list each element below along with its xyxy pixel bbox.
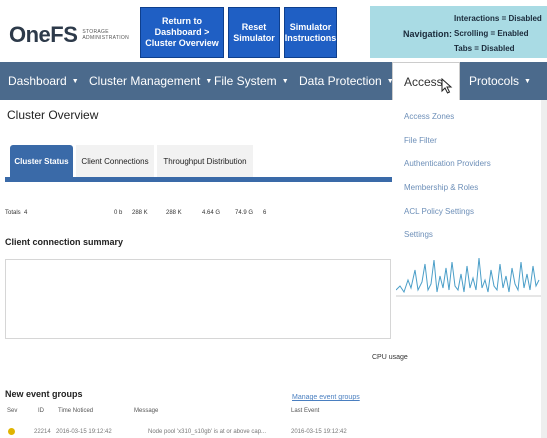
interactions-status: Interactions = Disabled (454, 14, 542, 23)
tab-throughput-distribution[interactable]: Throughput Distribution (157, 145, 253, 177)
caret-down-icon: ▼ (281, 77, 289, 85)
return-to-dashboard-button[interactable]: Return to Dashboard > Cluster Overview (140, 7, 224, 58)
caret-down-icon: ▼ (524, 77, 531, 85)
totals-value: 288 K (166, 210, 182, 216)
tab-client-connections[interactable]: Client Connections (76, 145, 154, 177)
dropdown-item-settings[interactable]: Settings (404, 230, 433, 239)
menu-dashboard[interactable]: Dashboard ▼ (8, 62, 79, 100)
menu-data-protection-label: Data Protection (299, 74, 382, 88)
event-id: 22214 (34, 429, 51, 435)
event-message[interactable]: Node pool 'x310_s10gb' is at or above ca… (148, 429, 266, 435)
totals-label-text: Totals (5, 210, 21, 216)
menu-file-system-label: File System (214, 74, 277, 88)
column-header-message[interactable]: Message (134, 408, 158, 414)
dropdown-item-file-filter[interactable]: File Filter (404, 136, 437, 145)
column-header-last-event[interactable]: Last Event (291, 408, 319, 414)
totals-value: 288 K (132, 210, 148, 216)
totals-label: Totals 4 (5, 210, 27, 216)
totals-value: 4.64 G (202, 210, 221, 216)
main-menu-bar: Dashboard ▼ Cluster Management ▼ File Syst… (0, 62, 547, 100)
column-header-sev[interactable]: Sev (7, 408, 17, 414)
totals-value: 74.9 G (235, 210, 254, 216)
navigation-status-panel: Navigation: Interactions = Disabled Scro… (370, 6, 547, 58)
scrolling-status: Scrolling = Enabled (454, 29, 529, 38)
totals-value: 0 b (114, 210, 123, 216)
access-dropdown-menu (393, 100, 547, 248)
logo-subtitle: STORAGE ADMINISTRATION (82, 29, 130, 41)
mouse-cursor-icon (441, 78, 453, 94)
caret-down-icon: ▼ (71, 77, 79, 85)
manage-event-groups-link[interactable]: Manage event groups (292, 394, 360, 401)
menu-protocols[interactable]: Protocols ▼ (469, 62, 531, 100)
navigation-label: Navigation: (403, 29, 453, 39)
caret-down-icon: ▼ (205, 77, 213, 85)
cpu-usage-label: CPU usage (372, 354, 408, 361)
tab-underline (5, 177, 392, 182)
new-event-groups-title: New event groups (5, 389, 83, 399)
cpu-usage-chart (396, 257, 541, 297)
menu-file-system[interactable]: File System ▼ (214, 62, 289, 100)
dropdown-item-acl-policy-settings[interactable]: ACL Policy Settings (404, 207, 474, 216)
event-last: 2016-03-15 19:12:42 (291, 429, 347, 435)
menu-protocols-label: Protocols (469, 74, 520, 88)
menu-data-protection[interactable]: Data Protection ▼ (299, 62, 394, 100)
menu-cluster-management[interactable]: Cluster Management ▼ (89, 62, 212, 100)
logo-wordmark: OneFS (9, 22, 78, 47)
dropdown-item-authentication-providers[interactable]: Authentication Providers (404, 159, 491, 168)
page-scrollbar[interactable] (541, 100, 547, 438)
column-header-time-noticed[interactable]: Time Noticed (58, 408, 93, 414)
client-connection-chart (5, 259, 391, 339)
menu-cluster-label: Cluster Management (89, 74, 201, 88)
totals-value: 6 (263, 210, 267, 216)
page-title: Cluster Overview (7, 108, 99, 122)
menu-dashboard-label: Dashboard (8, 74, 67, 88)
onefs-logo: OneFS STORAGE ADMINISTRATION (9, 22, 134, 48)
menu-access-label: Access (404, 74, 443, 89)
dropdown-item-membership-roles[interactable]: Membership & Roles (404, 183, 478, 192)
tab-cluster-status[interactable]: Cluster Status (10, 145, 73, 177)
client-connection-summary-title: Client connection summary (5, 237, 124, 247)
simulator-instructions-button[interactable]: Simulator Instructions (284, 7, 337, 58)
tabs-status: Tabs = Disabled (454, 44, 515, 53)
reset-simulator-button[interactable]: Reset Simulator (228, 7, 280, 58)
cpu-usage-line (396, 257, 540, 294)
severity-warning-icon (8, 428, 15, 435)
totals-count: 4 (24, 210, 28, 216)
top-bar: OneFS STORAGE ADMINISTRATION Return to D… (0, 0, 547, 62)
event-time: 2016-03-15 19:12:42 (56, 429, 112, 435)
column-header-id[interactable]: ID (38, 408, 44, 414)
dropdown-item-access-zones[interactable]: Access Zones (404, 112, 454, 121)
